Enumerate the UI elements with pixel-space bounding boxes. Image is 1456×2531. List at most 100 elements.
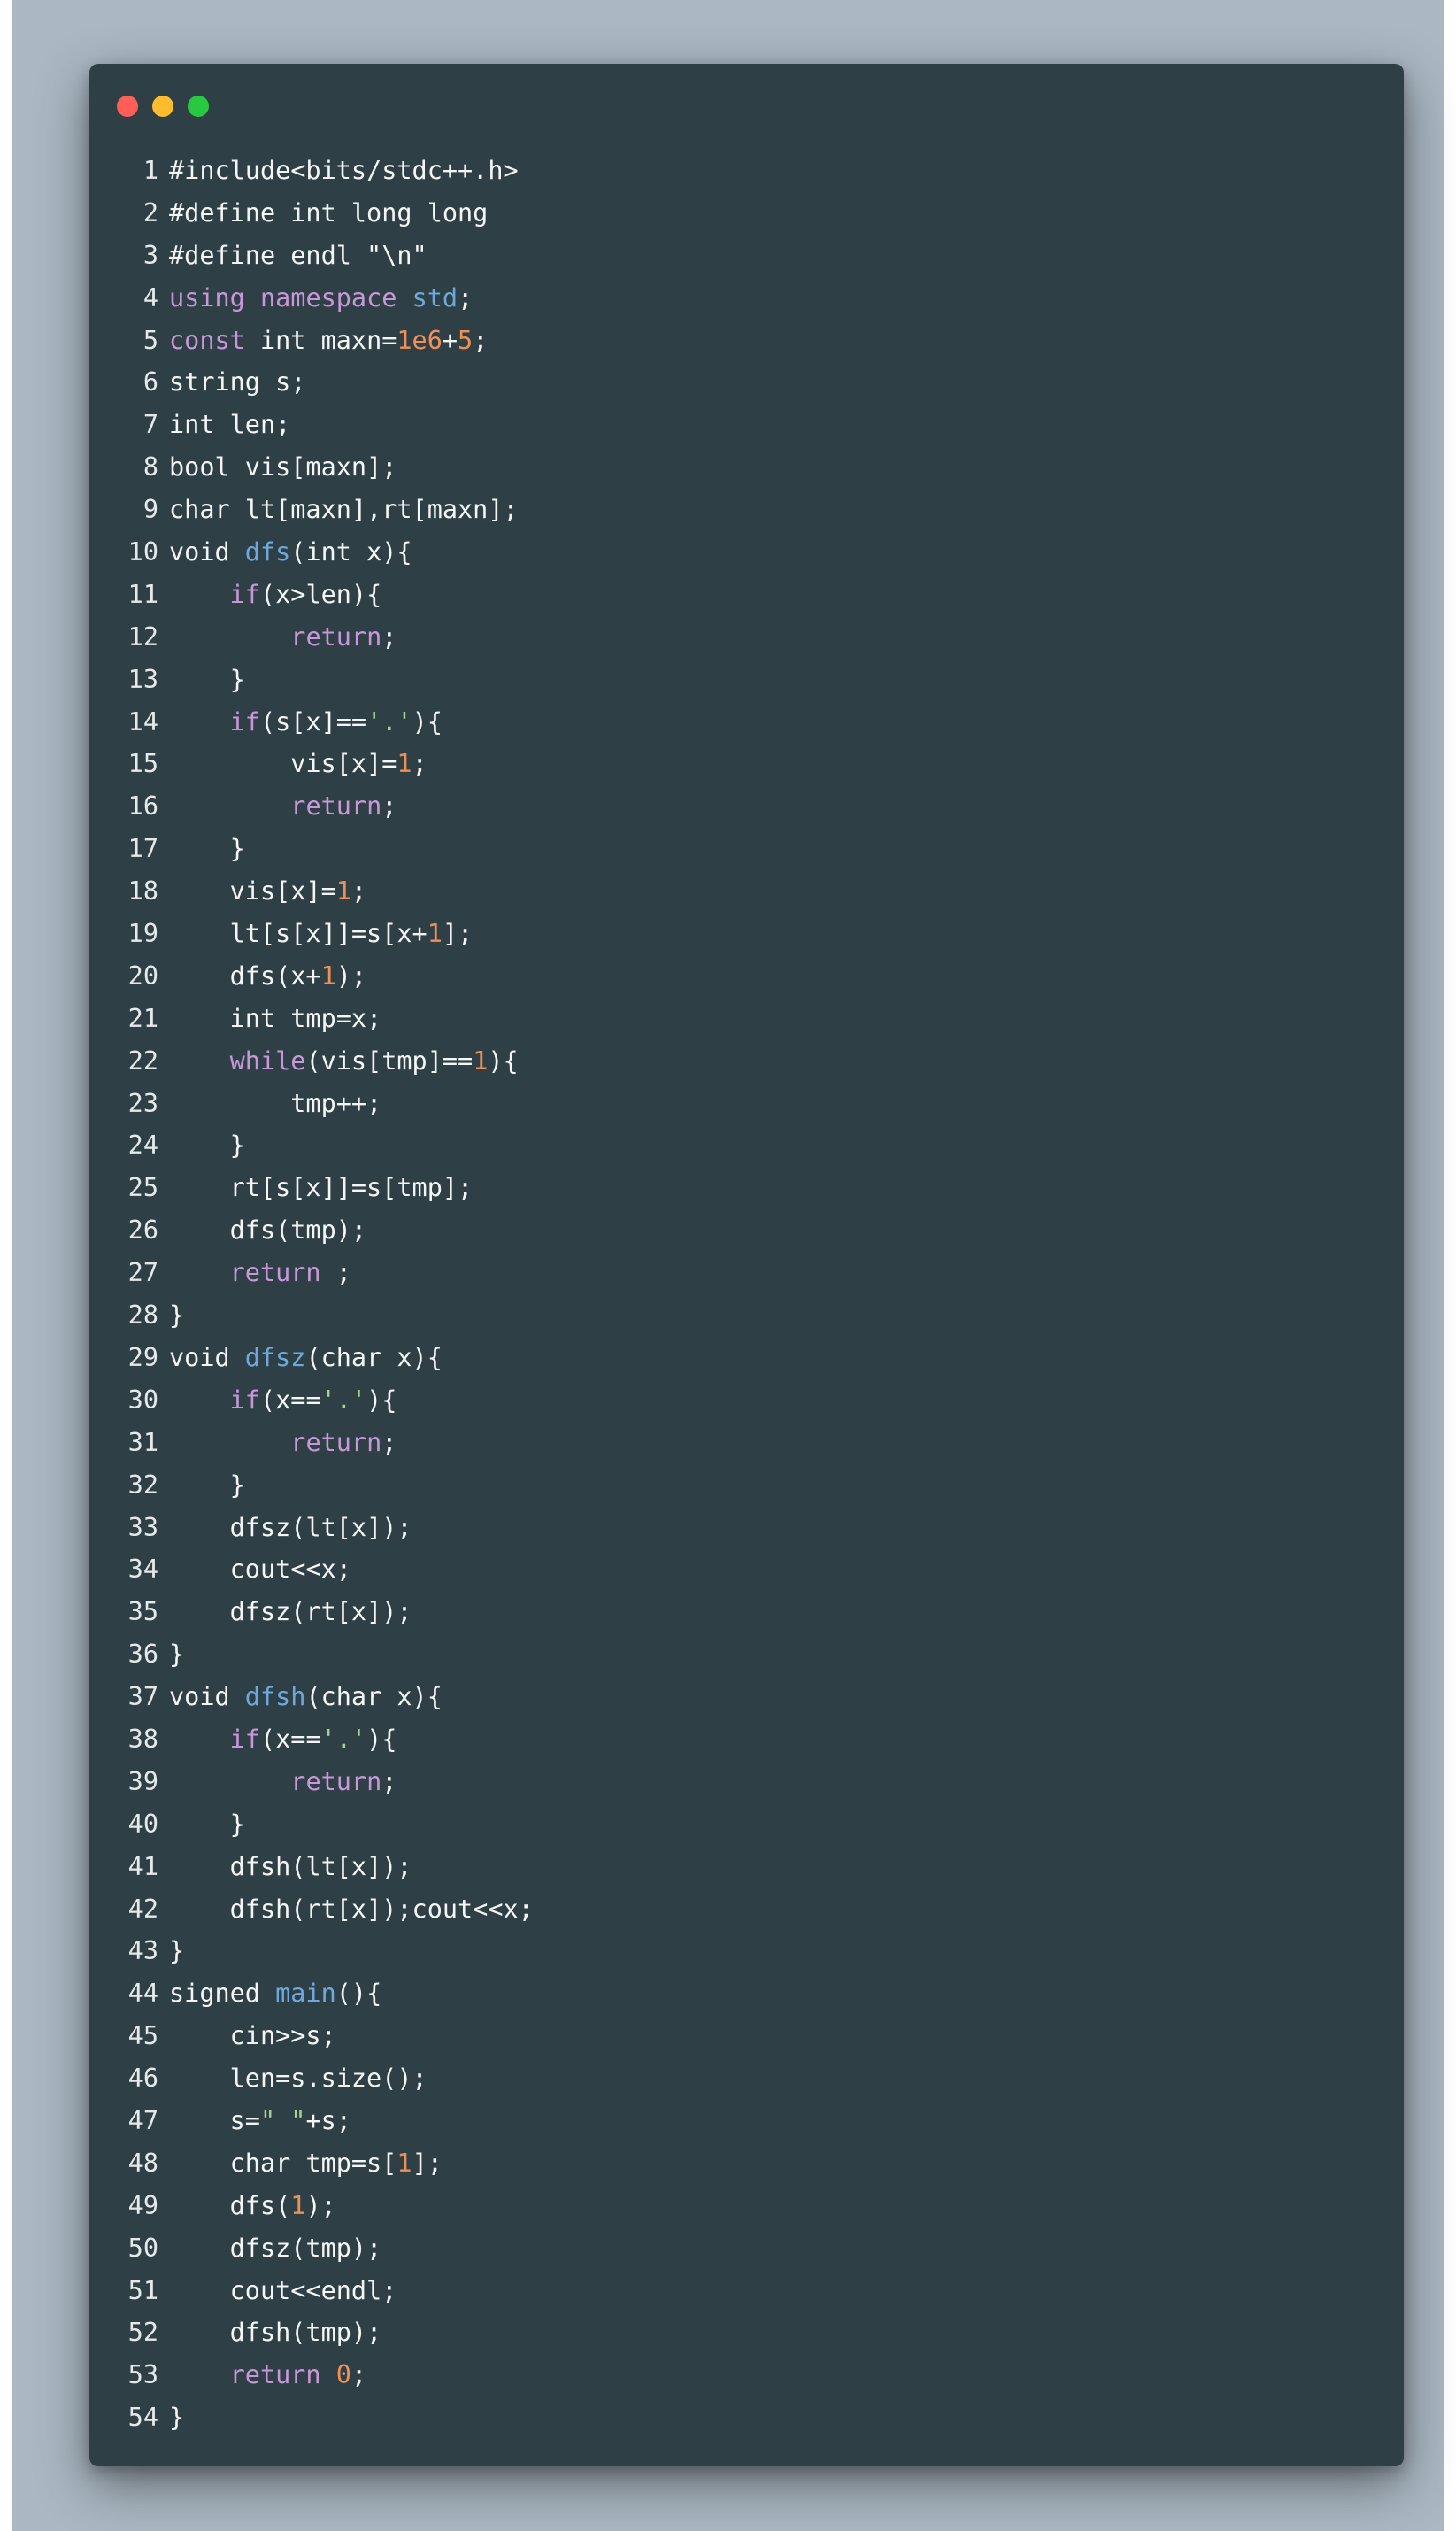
code-line: 13 } bbox=[89, 659, 1404, 701]
code-token: string s; bbox=[169, 367, 306, 397]
line-number: 53 bbox=[127, 2360, 158, 2390]
code-token: cin>>s; bbox=[169, 2021, 336, 2051]
line-number: 52 bbox=[127, 2318, 158, 2348]
code-token: if bbox=[229, 579, 260, 609]
code-line: 30 if(x=='.'){ bbox=[89, 1379, 1404, 1422]
code-line: 53 return 0; bbox=[89, 2354, 1404, 2396]
line-source: if(x=='.'){ bbox=[169, 1718, 397, 1761]
code-token: (vis[tmp]== bbox=[305, 1046, 474, 1076]
code-token: dfs( bbox=[169, 2190, 291, 2220]
line-number: 22 bbox=[127, 1046, 158, 1076]
code-token: return bbox=[290, 621, 382, 652]
code-token: using bbox=[169, 282, 245, 313]
code-token: char lt[maxn],rt[maxn]; bbox=[169, 495, 519, 525]
code-token: return bbox=[290, 791, 382, 822]
code-block: 1 #include<bits/stdc++.h> 2 #define int lon… bbox=[89, 150, 1404, 2439]
line-source: } bbox=[169, 1464, 245, 1507]
code-line: 19 lt[s[x]]=s[x+1]; bbox=[89, 913, 1404, 955]
code-line: 8 bool vis[maxn]; bbox=[89, 446, 1404, 489]
code-line: 20 dfs(x+1); bbox=[89, 955, 1404, 998]
line-source: char lt[maxn],rt[maxn]; bbox=[169, 489, 519, 531]
code-token: signed bbox=[169, 1979, 276, 2009]
code-line: 27 return ; bbox=[89, 1252, 1404, 1294]
line-number: 30 bbox=[127, 1385, 158, 1415]
code-token: + bbox=[442, 325, 458, 355]
code-line: 17 } bbox=[89, 828, 1404, 870]
code-token: 1 bbox=[397, 2148, 412, 2178]
code-token: 1 bbox=[335, 876, 351, 907]
line-number: 12 bbox=[127, 621, 158, 652]
code-line: 36} bbox=[89, 1633, 1404, 1676]
line-number: 15 bbox=[127, 749, 158, 779]
code-token: void bbox=[169, 1682, 245, 1712]
code-token: ){ bbox=[366, 1385, 397, 1415]
code-token: } bbox=[169, 1470, 245, 1500]
code-token: (x== bbox=[259, 1385, 321, 1415]
code-token: ; bbox=[473, 325, 489, 355]
line-number: 2 bbox=[143, 197, 158, 228]
line-number: 44 bbox=[127, 1979, 158, 2009]
code-token: } bbox=[169, 1809, 245, 1839]
code-token: main bbox=[275, 1979, 336, 2009]
code-line: 12 return; bbox=[89, 616, 1404, 659]
line-source: if(s[x]=='.'){ bbox=[169, 701, 443, 744]
line-source: } bbox=[169, 1803, 245, 1846]
code-line: 26 dfs(tmp); bbox=[89, 1209, 1404, 1252]
line-number: 34 bbox=[127, 1555, 158, 1585]
code-token: #define endl "\n" bbox=[169, 240, 428, 270]
close-icon[interactable] bbox=[117, 96, 138, 117]
line-number: 4 bbox=[143, 282, 158, 313]
line-number: 1 bbox=[143, 156, 158, 185]
line-source: dfsz(tmp); bbox=[169, 2227, 382, 2270]
backdrop: 1 #include<bits/stdc++.h> 2 #define int lon… bbox=[12, 0, 1444, 2531]
code-line: 23 tmp++; bbox=[89, 1083, 1404, 1125]
code-line: 18 vis[x]=1; bbox=[89, 870, 1404, 913]
code-token: " " bbox=[259, 2105, 306, 2135]
maximize-icon[interactable] bbox=[188, 96, 209, 117]
line-number: 25 bbox=[127, 1173, 158, 1203]
code-token: dfsh bbox=[244, 1682, 306, 1712]
line-number: 23 bbox=[127, 1088, 158, 1118]
code-token: '.' bbox=[320, 1724, 367, 1754]
line-number: 29 bbox=[127, 1342, 158, 1372]
code-token: dfsz(tmp); bbox=[169, 2233, 382, 2263]
code-token: dfsh(tmp); bbox=[169, 2318, 382, 2348]
line-number: 31 bbox=[127, 1427, 158, 1457]
line-source: bool vis[maxn]; bbox=[169, 446, 397, 489]
line-source: return; bbox=[169, 1422, 397, 1464]
code-token: 1 bbox=[397, 749, 412, 779]
line-source: #define int long long bbox=[169, 192, 488, 235]
code-token: if bbox=[229, 1385, 260, 1415]
line-number: 27 bbox=[127, 1258, 158, 1288]
code-token: (x>len){ bbox=[259, 579, 382, 609]
code-token: dfsh(rt[x]);cout<<x; bbox=[169, 1894, 534, 1924]
code-line: 10 void dfs(int x){ bbox=[89, 531, 1404, 574]
code-token: } bbox=[169, 1640, 185, 1670]
line-source: while(vis[tmp]==1){ bbox=[169, 1040, 519, 1083]
code-line: 44 signed main(){ bbox=[89, 1972, 1404, 2015]
code-line: 35 dfsz(rt[x]); bbox=[89, 1591, 1404, 1633]
line-source: } bbox=[169, 1633, 184, 1676]
code-token: dfsh(lt[x]); bbox=[169, 1851, 412, 1881]
code-token: return bbox=[290, 1766, 382, 1796]
minimize-icon[interactable] bbox=[152, 96, 173, 117]
code-token: (char x){ bbox=[305, 1342, 443, 1372]
line-source: signed main(){ bbox=[169, 1972, 381, 2015]
code-token: char tmp=s[ bbox=[169, 2148, 397, 2178]
line-source: return ; bbox=[169, 1252, 351, 1294]
code-line: 7 int len; bbox=[89, 404, 1404, 446]
line-source: if(x=='.'){ bbox=[169, 1379, 397, 1422]
code-token: 1 bbox=[473, 1046, 489, 1076]
line-number: 42 bbox=[127, 1894, 158, 1924]
code-line: 24 } bbox=[89, 1124, 1404, 1167]
code-token: (){ bbox=[335, 1979, 382, 2009]
line-source: vis[x]=1; bbox=[169, 870, 366, 913]
line-source: dfsh(tmp); bbox=[169, 2311, 382, 2354]
line-source: } bbox=[169, 1124, 245, 1167]
code-token: rt[s[x]]=s[tmp]; bbox=[169, 1173, 474, 1203]
line-source: lt[s[x]]=s[x+1]; bbox=[169, 913, 474, 955]
code-line: 51 cout<<endl; bbox=[89, 2270, 1404, 2312]
code-line: 4 using namespace std; bbox=[89, 277, 1404, 320]
